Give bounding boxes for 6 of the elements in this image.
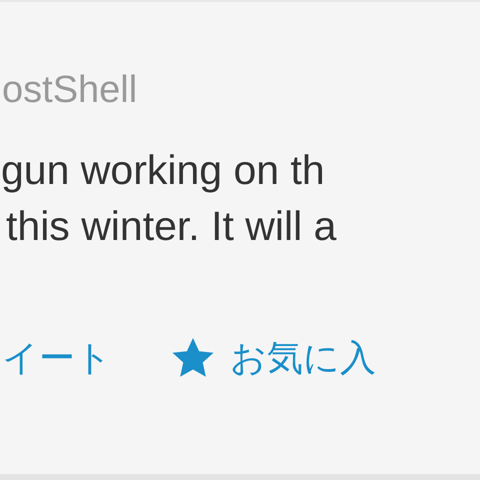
star-icon — [172, 338, 214, 378]
username[interactable]: ostShell — [2, 68, 480, 114]
tweet-text-line: gun working on th — [1, 146, 326, 195]
tweet-text-line: this winter. It will a — [6, 202, 338, 251]
retweet-button[interactable]: イート — [2, 334, 112, 383]
favorite-button[interactable]: お気に入 — [172, 334, 376, 383]
